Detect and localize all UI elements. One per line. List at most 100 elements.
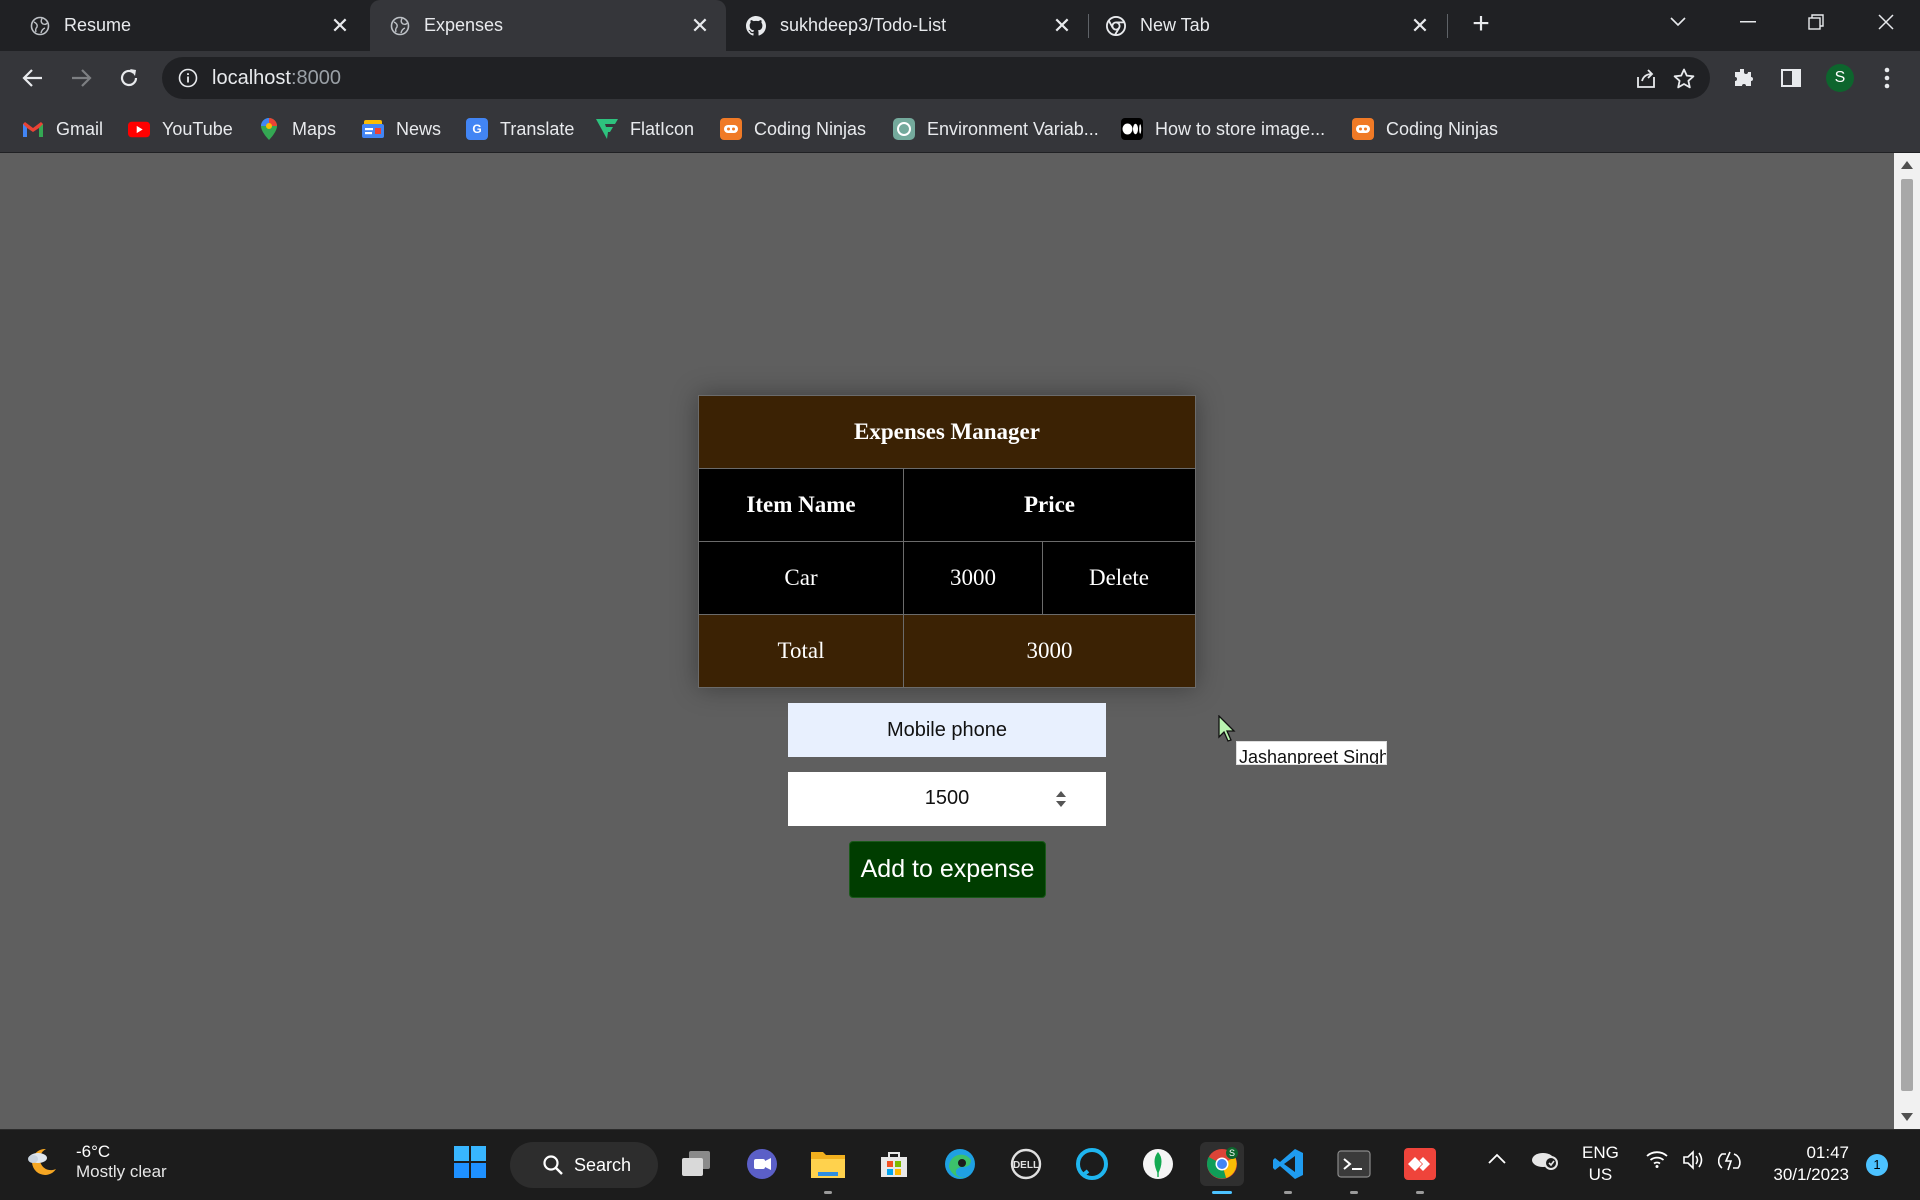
bookmarks-bar: Gmail YouTube Maps News G Translate Flat… xyxy=(0,105,1920,153)
tab-new-tab[interactable]: New Tab ✕ xyxy=(1090,0,1446,51)
bookmark-translate[interactable]: G Translate xyxy=(466,115,574,143)
teams-chat-icon[interactable] xyxy=(740,1142,784,1186)
scroll-up-icon[interactable] xyxy=(1901,161,1913,169)
bookmark-label: Maps xyxy=(292,118,337,139)
clock-time: 01:47 xyxy=(1806,1143,1849,1162)
table-title-row: Expenses Manager xyxy=(698,395,1196,469)
scroll-thumb[interactable] xyxy=(1901,179,1913,1091)
close-icon[interactable]: ✕ xyxy=(328,13,352,38)
expenses-table: Expenses Manager Item Name Price Car 300… xyxy=(698,395,1196,688)
volume-icon[interactable] xyxy=(1682,1150,1704,1175)
input-language-indicator[interactable]: ENG US xyxy=(1582,1142,1619,1186)
microsoft-store-icon[interactable] xyxy=(872,1142,916,1186)
anydesk-icon[interactable] xyxy=(1398,1142,1442,1194)
delete-button[interactable]: Delete xyxy=(1042,541,1196,615)
medium-icon xyxy=(1121,118,1143,140)
item-name-input[interactable] xyxy=(788,703,1106,757)
start-button[interactable] xyxy=(448,1142,492,1186)
dell-icon[interactable]: DELL xyxy=(1004,1142,1048,1186)
number-spinner-icon[interactable] xyxy=(1054,789,1068,809)
item-price-cell: 3000 xyxy=(903,541,1043,615)
taskbar-search[interactable]: Search xyxy=(510,1142,658,1188)
bookmark-youtube[interactable]: YouTube xyxy=(128,115,233,143)
task-view-icon[interactable] xyxy=(674,1142,718,1186)
bookmark-news[interactable]: News xyxy=(362,115,441,143)
clock-date: 30/1/2023 xyxy=(1773,1165,1849,1184)
bookmark-label: YouTube xyxy=(162,118,233,139)
close-icon[interactable]: ✕ xyxy=(688,13,712,38)
bookmark-label: Translate xyxy=(500,118,575,139)
onedrive-icon[interactable] xyxy=(1530,1148,1558,1175)
moon-cloud-icon xyxy=(24,1143,62,1181)
edge-icon[interactable] xyxy=(938,1142,982,1186)
profile-avatar[interactable]: S xyxy=(1826,64,1854,92)
window-close-icon[interactable] xyxy=(1856,0,1916,44)
scroll-down-icon[interactable] xyxy=(1901,1113,1913,1121)
tab-expenses[interactable]: Expenses ✕ xyxy=(370,0,726,51)
bookmark-environment-variables[interactable]: Environment Variab... xyxy=(893,115,1099,143)
file-explorer-icon[interactable] xyxy=(806,1142,850,1194)
column-header-price: Price xyxy=(903,468,1196,542)
running-indicator xyxy=(824,1191,832,1194)
url-text[interactable]: localhost:8000 xyxy=(212,67,341,90)
more-menu-icon[interactable] xyxy=(1872,63,1902,93)
side-panel-icon[interactable] xyxy=(1776,63,1806,93)
minimize-icon[interactable] xyxy=(1718,0,1778,44)
new-tab-button[interactable]: + xyxy=(1466,9,1496,40)
back-icon[interactable] xyxy=(18,63,48,93)
tab-github[interactable]: sukhdeep3/Todo-List ✕ xyxy=(730,0,1088,51)
page-scrollbar[interactable] xyxy=(1894,153,1920,1129)
github-icon xyxy=(746,15,766,36)
mongodb-compass-icon[interactable] xyxy=(1136,1142,1180,1186)
bookmark-label: FlatIcon xyxy=(630,118,695,139)
globe-icon xyxy=(30,16,50,36)
share-icon[interactable] xyxy=(1634,67,1658,91)
reload-icon[interactable] xyxy=(114,63,144,93)
address-bar[interactable]: localhost:8000 xyxy=(162,57,1710,99)
tab-search-chevron-icon[interactable] xyxy=(1648,0,1708,44)
translate-icon: G xyxy=(466,118,488,140)
table-total-row: Total 3000 xyxy=(698,614,1196,688)
system-clock[interactable]: 01:47 30/1/2023 xyxy=(1764,1142,1849,1186)
flaticon-icon xyxy=(596,118,618,140)
bookmark-maps[interactable]: Maps xyxy=(258,115,336,143)
forward-icon[interactable] xyxy=(66,63,96,93)
item-name-cell: Car xyxy=(698,541,904,615)
weather-widget[interactable]: -6°C Mostly clear xyxy=(24,1142,167,1182)
chrome-profile-badge: S xyxy=(1229,1148,1235,1158)
add-to-expense-button[interactable]: Add to expense xyxy=(849,841,1046,898)
bookmark-how-to-store-image[interactable]: How to store image... xyxy=(1121,115,1325,143)
vscode-icon[interactable] xyxy=(1266,1142,1310,1194)
bookmark-gmail[interactable]: Gmail xyxy=(22,115,103,143)
browser-toolbar: localhost:8000 S xyxy=(0,51,1920,105)
restore-icon[interactable] xyxy=(1786,0,1846,44)
bookmark-flaticon[interactable]: FlatIcon xyxy=(596,115,694,143)
tab-strip: Resume ✕ Expenses ✕ sukhdeep3/Todo-List … xyxy=(0,0,1920,51)
tab-title: New Tab xyxy=(1140,15,1210,35)
battery-charging-icon[interactable] xyxy=(1717,1150,1742,1177)
active-indicator xyxy=(1212,1191,1232,1194)
info-icon[interactable] xyxy=(178,68,198,93)
search-icon xyxy=(543,1155,563,1175)
maps-icon xyxy=(258,118,280,140)
terminal-icon[interactable] xyxy=(1332,1142,1376,1194)
price-input[interactable]: 1500 xyxy=(788,772,1106,826)
bookmark-label: Coding Ninjas xyxy=(1386,118,1499,139)
coding-ninjas-icon xyxy=(720,118,742,140)
notification-badge[interactable]: 1 xyxy=(1866,1154,1888,1176)
chrome-taskbar-icon[interactable]: S xyxy=(1200,1142,1244,1194)
close-icon[interactable]: ✕ xyxy=(1050,13,1074,38)
alexa-icon[interactable] xyxy=(1070,1142,1114,1186)
svg-text:DELL: DELL xyxy=(1013,1160,1039,1171)
show-hidden-icons-chevron-icon[interactable] xyxy=(1488,1150,1506,1170)
wifi-icon[interactable] xyxy=(1646,1150,1668,1173)
column-header-item-name: Item Name xyxy=(698,468,904,542)
tab-resume[interactable]: Resume ✕ xyxy=(0,0,366,51)
bookmark-coding-ninjas[interactable]: Coding Ninjas xyxy=(720,115,866,143)
close-icon[interactable]: ✕ xyxy=(1408,13,1432,38)
bookmark-coding-ninjas-2[interactable]: Coding Ninjas xyxy=(1352,115,1498,143)
page-viewport: Expenses Manager Item Name Price Car 300… xyxy=(0,153,1894,1129)
bookmark-star-icon[interactable] xyxy=(1672,67,1696,91)
extensions-icon[interactable] xyxy=(1728,63,1758,93)
keyboard-region: US xyxy=(1588,1165,1613,1184)
